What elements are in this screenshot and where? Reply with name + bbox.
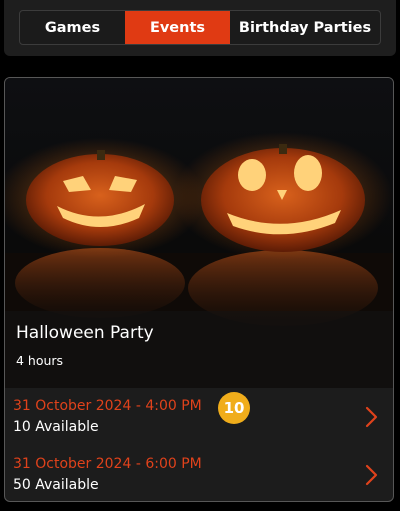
- slot-datetime: 31 October 2024 - 4:00 PM: [13, 398, 202, 414]
- tab-games[interactable]: Games: [20, 11, 125, 44]
- availability-badge: 10: [218, 392, 250, 424]
- slot-availability: 10 Available: [13, 419, 99, 435]
- chevron-right-icon[interactable]: [365, 464, 379, 486]
- tab-events[interactable]: Events: [125, 11, 230, 44]
- slot-datetime: 31 October 2024 - 6:00 PM: [13, 456, 202, 472]
- event-duration: 4 hours: [16, 353, 64, 368]
- tab-birthday-parties[interactable]: Birthday Parties: [230, 11, 380, 44]
- event-card: Halloween Party 4 hours 31 October 2024 …: [4, 77, 394, 502]
- tab-bar: Games Events Birthday Parties: [19, 10, 381, 45]
- time-slot[interactable]: 31 October 2024 - 4:00 PM 10 10 Availabl…: [5, 388, 393, 446]
- time-slot[interactable]: 31 October 2024 - 6:00 PM 50 Available: [5, 446, 393, 501]
- tab-bar-container: Games Events Birthday Parties: [4, 0, 396, 56]
- chevron-right-icon[interactable]: [365, 406, 379, 428]
- event-title: Halloween Party: [16, 323, 154, 343]
- slot-availability: 50 Available: [13, 477, 99, 493]
